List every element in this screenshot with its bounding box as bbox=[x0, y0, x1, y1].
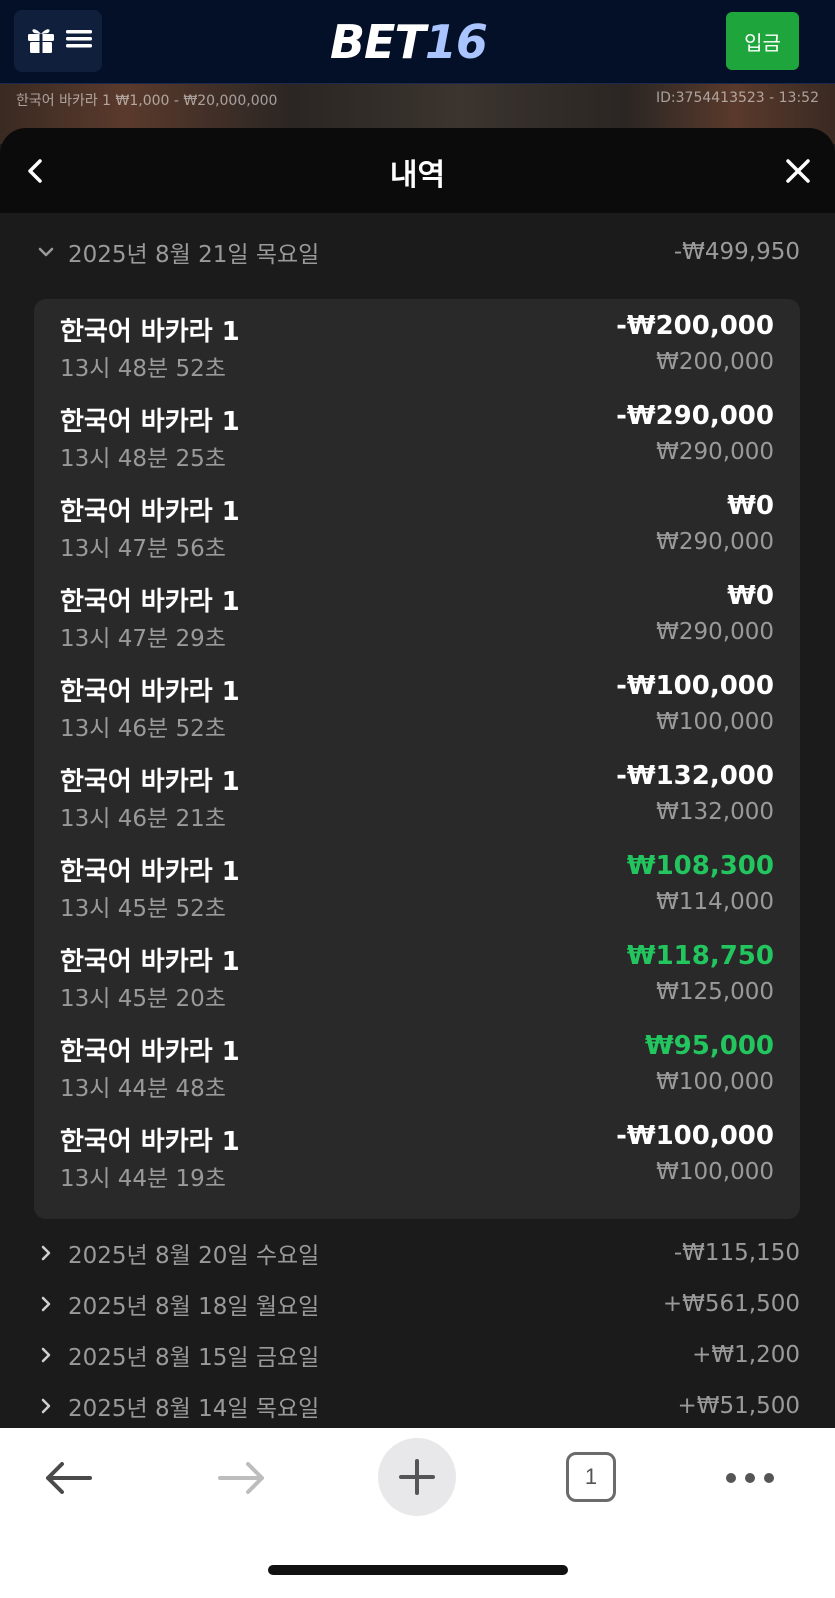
bet-amount: ₩100,000 bbox=[656, 1069, 774, 1095]
result-amount: -₩100,000 bbox=[616, 1121, 774, 1151]
close-button[interactable] bbox=[781, 154, 815, 188]
transactions-card: 한국어 바카라 1 13시 48분 52초 -₩200,000 ₩200,000… bbox=[34, 299, 800, 1219]
transaction-time: 13시 45분 52초 bbox=[60, 896, 226, 922]
chevron-right-icon bbox=[34, 1292, 58, 1316]
bet-amount: ₩290,000 bbox=[656, 619, 774, 645]
day-total: +₩1,200 bbox=[692, 1342, 800, 1368]
day-date: 2025년 8월 18일 월요일 bbox=[68, 1294, 320, 1320]
arrow-left-icon bbox=[46, 1462, 92, 1494]
bet-amount: ₩132,000 bbox=[656, 799, 774, 825]
game-name: 한국어 바카라 1 bbox=[60, 1127, 240, 1157]
transaction-time: 13시 48분 25초 bbox=[60, 446, 226, 472]
game-name: 한국어 바카라 1 bbox=[60, 407, 240, 437]
bet-amount: ₩290,000 bbox=[656, 529, 774, 555]
transaction-row[interactable]: 한국어 바카라 1 13시 44분 19초 -₩100,000 ₩100,000 bbox=[34, 1109, 800, 1201]
plus-icon bbox=[399, 1459, 435, 1495]
game-name: 한국어 바카라 1 bbox=[60, 497, 240, 527]
sheet-title: 내역 bbox=[389, 158, 446, 193]
more-button[interactable] bbox=[720, 1458, 780, 1498]
table-limits-text: 한국어 바카라 1 ₩1,000 - ₩20,000,000 bbox=[16, 93, 278, 109]
day-group-header-collapsed[interactable]: 2025년 8월 20일 수요일 -₩115,150 bbox=[34, 1233, 800, 1273]
day-group-header-collapsed[interactable]: 2025년 8월 18일 월요일 +₩561,500 bbox=[34, 1284, 800, 1324]
day-date: 2025년 8월 14일 목요일 bbox=[68, 1396, 320, 1422]
top-bar: BET16 입금 bbox=[0, 0, 835, 84]
logo-text-16: 16 bbox=[424, 15, 488, 69]
chevron-down-icon bbox=[34, 240, 58, 264]
transaction-time: 13시 46분 52초 bbox=[60, 716, 226, 742]
transaction-row[interactable]: 한국어 바카라 1 13시 47분 56초 ₩0 ₩290,000 bbox=[34, 479, 800, 571]
day-total: +₩51,500 bbox=[677, 1393, 801, 1419]
transaction-row[interactable]: 한국어 바카라 1 13시 48분 25초 -₩290,000 ₩290,000 bbox=[34, 389, 800, 481]
result-amount: -₩100,000 bbox=[616, 671, 774, 701]
arrow-right-icon bbox=[218, 1462, 264, 1494]
transaction-time: 13시 47분 56초 bbox=[60, 536, 226, 562]
chevron-right-icon bbox=[34, 1394, 58, 1418]
transaction-row[interactable]: 한국어 바카라 1 13시 46분 52초 -₩100,000 ₩100,000 bbox=[34, 659, 800, 751]
game-name: 한국어 바카라 1 bbox=[60, 767, 240, 797]
bet-amount: ₩290,000 bbox=[656, 439, 774, 465]
result-amount: ₩118,750 bbox=[626, 941, 774, 971]
result-amount: ₩95,000 bbox=[644, 1031, 774, 1061]
game-name: 한국어 바카라 1 bbox=[60, 587, 240, 617]
transaction-time: 13시 47분 29초 bbox=[60, 626, 226, 652]
transaction-row[interactable]: 한국어 바카라 1 13시 48분 52초 -₩200,000 ₩200,000 bbox=[34, 299, 800, 391]
close-icon bbox=[786, 159, 810, 183]
day-date: 2025년 8월 21일 목요일 bbox=[68, 242, 320, 268]
transaction-time: 13시 45분 20초 bbox=[60, 986, 226, 1012]
result-amount: ₩0 bbox=[727, 581, 774, 611]
transaction-time: 13시 44분 48초 bbox=[60, 1076, 226, 1102]
deposit-button[interactable]: 입금 bbox=[726, 12, 799, 70]
game-name: 한국어 바카라 1 bbox=[60, 317, 240, 347]
day-total: -₩499,950 bbox=[673, 239, 800, 265]
bet-amount: ₩114,000 bbox=[656, 889, 774, 915]
result-amount: ₩108,300 bbox=[626, 851, 774, 881]
gift-icon bbox=[24, 22, 58, 60]
transaction-time: 13시 48분 52초 bbox=[60, 356, 226, 382]
browser-forward-button[interactable] bbox=[212, 1448, 272, 1508]
hamburger-icon bbox=[66, 28, 92, 54]
transaction-time: 13시 44분 19초 bbox=[60, 1166, 226, 1192]
transaction-row[interactable]: 한국어 바카라 1 13시 45분 20초 ₩118,750 ₩125,000 bbox=[34, 929, 800, 1021]
chevron-right-icon bbox=[34, 1343, 58, 1367]
bet-amount: ₩100,000 bbox=[656, 709, 774, 735]
result-amount: ₩0 bbox=[727, 491, 774, 521]
transaction-row[interactable]: 한국어 바카라 1 13시 44분 48초 ₩95,000 ₩100,000 bbox=[34, 1019, 800, 1111]
chevron-right-icon bbox=[34, 1241, 58, 1265]
transaction-row[interactable]: 한국어 바카라 1 13시 45분 52초 ₩108,300 ₩114,000 bbox=[34, 839, 800, 931]
game-name: 한국어 바카라 1 bbox=[60, 857, 240, 887]
browser-back-button[interactable] bbox=[38, 1448, 98, 1508]
menu-button[interactable] bbox=[14, 10, 102, 72]
bet-amount: ₩125,000 bbox=[656, 979, 774, 1005]
bet-amount: ₩200,000 bbox=[656, 349, 774, 375]
more-dots-icon bbox=[726, 1473, 774, 1483]
day-date: 2025년 8월 20일 수요일 bbox=[68, 1243, 320, 1269]
tab-count: 1 bbox=[566, 1452, 616, 1502]
game-name: 한국어 바카라 1 bbox=[60, 947, 240, 977]
transaction-row[interactable]: 한국어 바카라 1 13시 47분 29초 ₩0 ₩290,000 bbox=[34, 569, 800, 661]
transaction-row[interactable]: 한국어 바카라 1 13시 46분 21초 -₩132,000 ₩132,000 bbox=[34, 749, 800, 841]
round-id-text: ID:3754413523 - 13:52 bbox=[656, 90, 819, 106]
game-name: 한국어 바카라 1 bbox=[60, 1037, 240, 1067]
sheet-header: 내역 bbox=[0, 128, 835, 213]
day-date: 2025년 8월 15일 금요일 bbox=[68, 1345, 320, 1371]
history-sheet: 내역 2025년 8월 21일 목요일 -₩499,950 한국어 바카라 1 … bbox=[0, 128, 835, 1428]
result-amount: -₩290,000 bbox=[616, 401, 774, 431]
result-amount: -₩200,000 bbox=[616, 311, 774, 341]
bet16-logo[interactable]: BET16 bbox=[330, 14, 488, 70]
transaction-time: 13시 46분 21초 bbox=[60, 806, 226, 832]
result-amount: -₩132,000 bbox=[616, 761, 774, 791]
day-total: -₩115,150 bbox=[673, 1240, 800, 1266]
day-group-header-collapsed[interactable]: 2025년 8월 14일 목요일 +₩51,500 bbox=[34, 1386, 800, 1426]
new-tab-button[interactable] bbox=[378, 1438, 456, 1516]
day-group-header-collapsed[interactable]: 2025년 8월 15일 금요일 +₩1,200 bbox=[34, 1335, 800, 1375]
bet-amount: ₩100,000 bbox=[656, 1159, 774, 1185]
day-total: +₩561,500 bbox=[662, 1291, 800, 1317]
tabs-button[interactable]: 1 bbox=[566, 1452, 616, 1502]
logo-text-bet: BET bbox=[330, 15, 426, 69]
home-indicator bbox=[268, 1565, 568, 1575]
game-name: 한국어 바카라 1 bbox=[60, 677, 240, 707]
day-group-header-expanded[interactable]: 2025년 8월 21일 목요일 -₩499,950 bbox=[34, 232, 800, 272]
